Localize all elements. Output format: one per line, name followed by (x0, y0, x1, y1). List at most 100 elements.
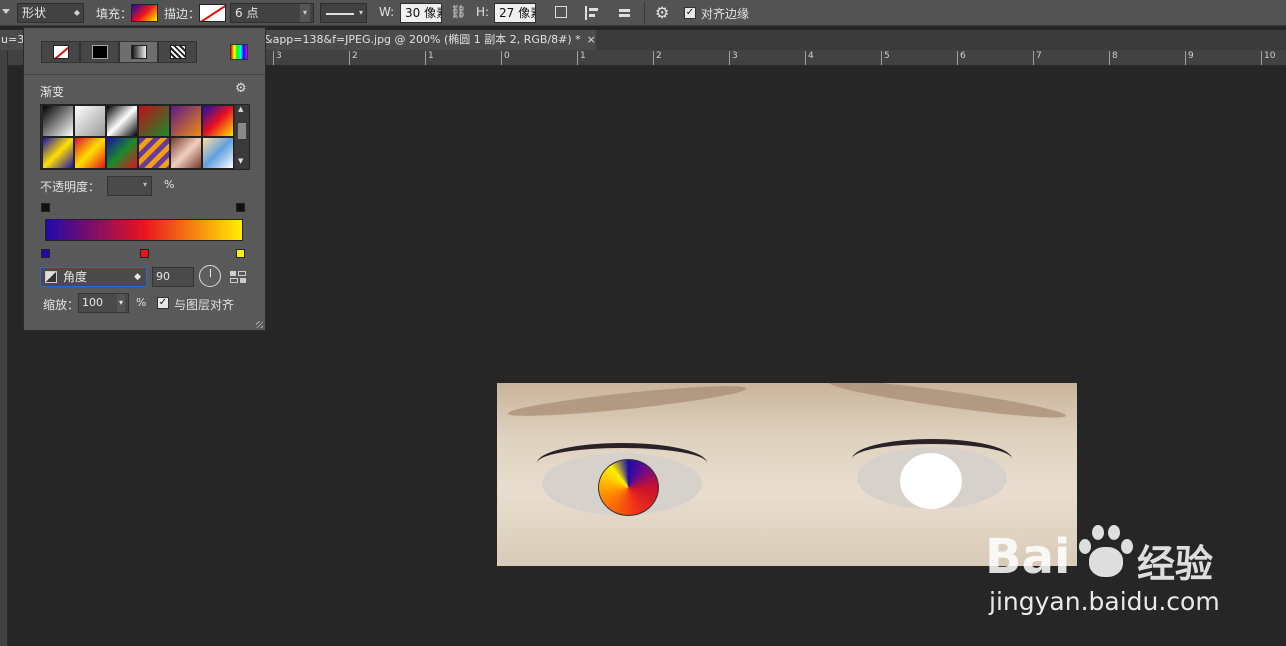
tool-preset-arrow-icon[interactable] (2, 9, 10, 14)
gear-icon[interactable]: ⚙ (235, 81, 247, 96)
gradient-bar[interactable] (45, 219, 243, 241)
gradient-preset[interactable] (42, 137, 74, 169)
document-tab[interactable]: &app=138&f=JPEG.jpg @ 200% (椭圆 1 副本 2, R… (258, 30, 596, 50)
stroke-size-input[interactable]: 6 点 ▾ (230, 3, 314, 23)
opacity-input[interactable]: ▾ (107, 176, 152, 196)
width-label: W: (379, 5, 395, 19)
chevron-down-icon: ▾ (358, 8, 363, 17)
gear-icon[interactable]: ⚙ (655, 3, 669, 22)
mode-value: 形状 (22, 6, 47, 20)
gradient-presets: ▲ ▼ (40, 104, 250, 170)
gradient-style-value: 角度 (63, 270, 88, 284)
opacity-stop-left[interactable] (41, 203, 50, 212)
width-value: 30 像素 (405, 6, 441, 20)
color-stop-red[interactable] (140, 249, 149, 258)
watermark: Bai 经验 jingyan.baidu.com (985, 515, 1225, 625)
vertical-ruler (0, 50, 8, 646)
gradient-preset[interactable] (202, 105, 234, 137)
ruler-label: 1 (577, 51, 586, 65)
ruler-label: 10 (1261, 51, 1275, 65)
gradient-preset[interactable] (106, 137, 138, 169)
angle-input[interactable]: 90 (152, 267, 194, 287)
ruler-label: 5 (881, 51, 890, 65)
scroll-down-icon[interactable]: ▼ (238, 157, 243, 165)
fill-type-panel: 渐变 ⚙ ▲ ▼ 不透明度： ▾ % 角度 ◆ 90 缩放： 100 ▾ % ✓… (23, 27, 266, 331)
scale-input[interactable]: 100 ▾ (78, 293, 129, 313)
line-style-icon (326, 13, 354, 15)
resize-grip-icon[interactable] (256, 321, 263, 328)
document-tab-title: &app=138&f=JPEG.jpg @ 200% (椭圆 1 副本 2, R… (264, 33, 581, 46)
gradient-preset[interactable] (106, 105, 138, 137)
stroke-size-value: 6 点 (235, 6, 259, 20)
gradient-preset[interactable] (74, 137, 106, 169)
gradient-preset[interactable] (74, 105, 106, 137)
gradient-style-select[interactable]: 角度 ◆ (40, 267, 147, 287)
ruler-label: 7 (1033, 51, 1042, 65)
scale-value: 100 (82, 296, 103, 309)
gradient-preset[interactable] (42, 105, 74, 137)
align-edges-checkbox[interactable]: ✓ (684, 7, 696, 19)
ruler-label: 6 (957, 51, 966, 65)
path-operations-icon[interactable] (555, 6, 567, 18)
ruler-label: 9 (1185, 51, 1194, 65)
ruler-label: 4 (805, 51, 814, 65)
stroke-swatch[interactable] (199, 4, 226, 22)
ruler-label: 2 (653, 51, 662, 65)
color-stop-yellow[interactable] (236, 249, 245, 258)
ruler-label: 0 (501, 51, 510, 65)
path-alignment-icon[interactable] (585, 6, 598, 20)
path-arrangement-icon[interactable] (615, 5, 633, 21)
ruler-label: 2 (349, 51, 358, 65)
paw-icon (1077, 521, 1133, 581)
angle-dial[interactable] (199, 265, 221, 287)
mode-select[interactable]: 形状 ◆ (17, 3, 84, 23)
gradient-icon (131, 45, 147, 59)
stroke-type-select[interactable]: ▾ (320, 3, 367, 23)
chevron-down-icon: ◆ (134, 272, 141, 282)
pattern-icon (170, 45, 186, 59)
close-icon[interactable]: × (587, 33, 596, 46)
chevron-down-icon: ◆ (73, 8, 80, 17)
align-with-layer-label: 与图层对齐 (174, 298, 235, 312)
align-with-layer-checkbox[interactable]: ✓ (157, 297, 169, 309)
opacity-stop-right[interactable] (236, 203, 245, 212)
stroke-label: 描边： (164, 7, 201, 21)
gradient-preset[interactable] (170, 137, 202, 169)
gradient-preset[interactable] (138, 105, 170, 137)
right-eyebrow (827, 383, 1067, 424)
ruler-label: 3 (729, 51, 738, 65)
fill-swatch[interactable] (131, 4, 158, 22)
scroll-up-icon[interactable]: ▲ (238, 105, 243, 113)
gradient-button[interactable] (119, 41, 158, 63)
height-input[interactable]: 27 像素 (494, 3, 536, 23)
scale-unit: % (136, 296, 147, 309)
no-color-icon (53, 45, 69, 59)
link-icon[interactable]: ⛓ (450, 5, 467, 20)
color-picker-icon[interactable] (230, 44, 248, 60)
chevron-down-icon: ▾ (142, 180, 147, 189)
presets-scrollbar[interactable]: ▲ ▼ (235, 105, 249, 169)
options-bar: 形状 ◆ 填充： 描边： 6 点 ▾ ▾ W: 30 像素 ⛓ H: 27 像素 ⚙… (0, 0, 1286, 26)
scroll-thumb[interactable] (238, 123, 246, 139)
solid-color-button[interactable] (80, 41, 119, 63)
reverse-gradient-icon[interactable] (230, 270, 246, 284)
angle-gradient-icon (45, 271, 57, 283)
align-edges-label: 对齐边缘 (701, 7, 750, 21)
height-value: 27 像素 (499, 6, 535, 20)
separator (644, 2, 645, 24)
chevron-down-icon: ▾ (299, 4, 310, 22)
fill-label: 填充： (96, 7, 133, 21)
no-color-slash-icon (200, 5, 225, 21)
previous-document-tab[interactable]: u=3 (0, 30, 24, 50)
gradient-preset[interactable] (170, 105, 202, 137)
solid-color-icon (92, 45, 108, 59)
pattern-button[interactable] (158, 41, 197, 63)
no-fill-button[interactable] (41, 41, 80, 63)
ruler-label: 3 (273, 51, 282, 65)
width-input[interactable]: 30 像素 (400, 3, 442, 23)
gradient-section-title: 渐变 (40, 85, 65, 99)
color-stop-blue[interactable] (41, 249, 50, 258)
panel-divider (24, 74, 265, 75)
gradient-preset[interactable] (202, 137, 234, 169)
gradient-preset[interactable] (138, 137, 170, 169)
